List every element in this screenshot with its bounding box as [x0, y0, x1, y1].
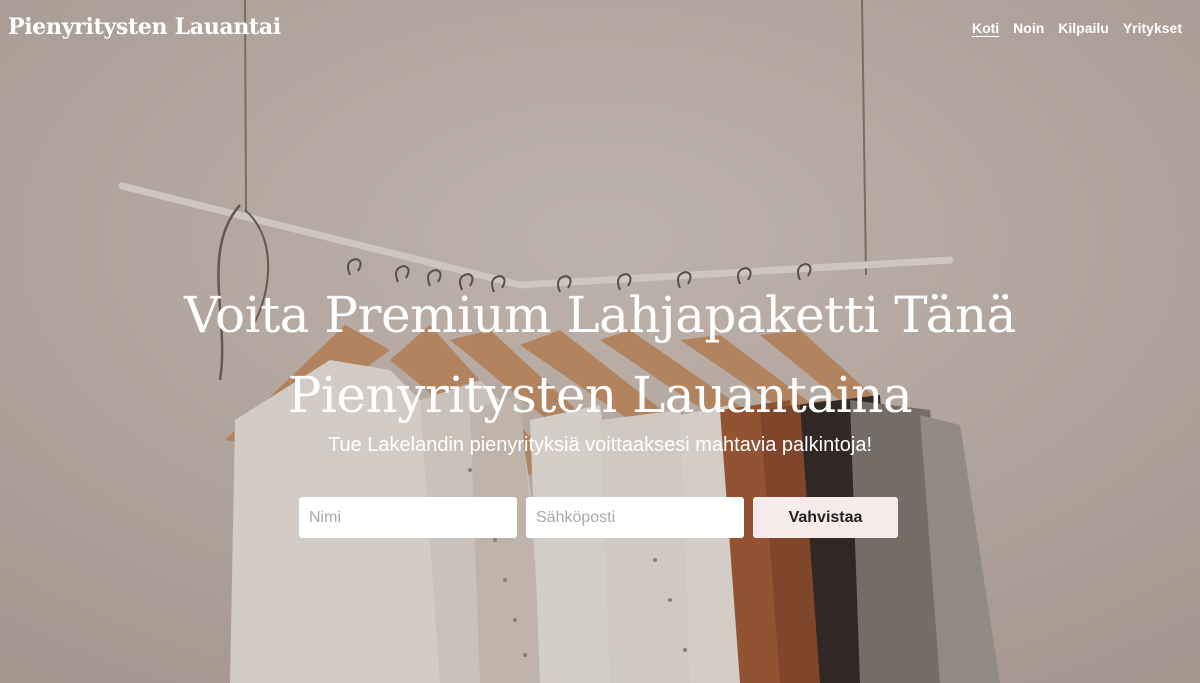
- submit-button[interactable]: Vahvistaa: [753, 497, 898, 538]
- nav-item-yritykset[interactable]: Yritykset: [1123, 20, 1182, 36]
- main-nav: Koti Noin Kilpailu Yritykset: [972, 20, 1182, 36]
- email-input[interactable]: [526, 497, 744, 538]
- nav-item-noin[interactable]: Noin: [1013, 20, 1044, 36]
- nav-item-koti[interactable]: Koti: [972, 20, 999, 36]
- hero-section: Pienyritysten Lauantai Koti Noin Kilpail…: [0, 0, 1200, 683]
- nav-item-kilpailu[interactable]: Kilpailu: [1058, 20, 1109, 36]
- hero-headline: Voita Premium Lahjapaketti Tänä Pienyrit…: [0, 275, 1200, 435]
- signup-form: Vahvistaa: [299, 497, 898, 538]
- hero-subline: Tue Lakelandin pienyrityksiä voittaakses…: [328, 434, 872, 456]
- name-input[interactable]: [299, 497, 517, 538]
- hero-headline-line2: Pienyritysten Lauantaina: [287, 366, 913, 424]
- hero-headline-line1: Voita Premium Lahjapaketti Tänä: [184, 286, 1017, 344]
- brand-title[interactable]: Pienyritysten Lauantai: [8, 14, 281, 40]
